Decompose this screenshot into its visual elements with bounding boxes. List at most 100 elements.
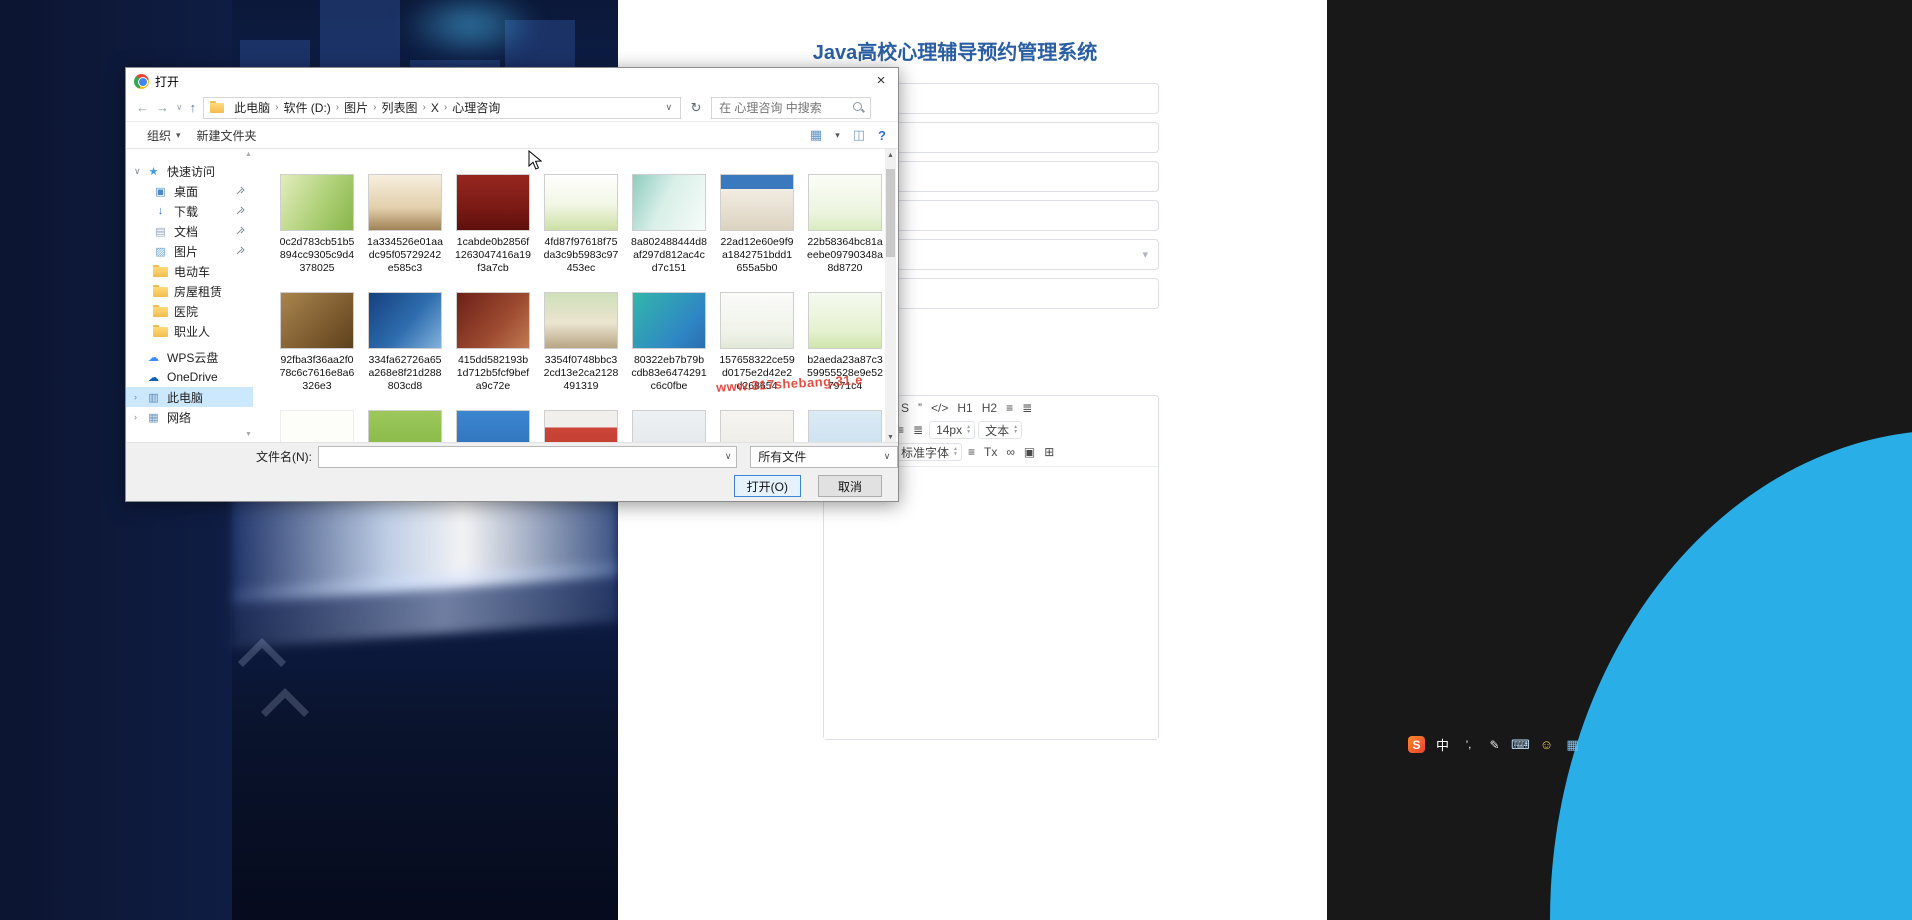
search-box[interactable]	[711, 96, 872, 119]
sidebar-item[interactable]: 职业人	[126, 321, 253, 341]
align-button[interactable]: ≡	[965, 443, 978, 461]
file-item[interactable]: 3354f0748bbc3 2cd13e2ca2128 491319	[537, 292, 625, 410]
cancel-button[interactable]: 取消	[818, 475, 882, 497]
sidebar-item[interactable]: ∨ 快速访问	[126, 161, 253, 181]
breadcrumb-item[interactable]: 此电脑	[229, 99, 275, 116]
strikethrough-button[interactable]: S	[898, 399, 912, 417]
sogou-logo-icon[interactable]: S	[1408, 736, 1425, 753]
sidebar-item[interactable]: › 网络	[126, 407, 253, 427]
file-item[interactable]: 1cabde0b2856f 1263047416a19 f3a7cb	[449, 174, 537, 292]
organize-button[interactable]: 组织 ▾	[141, 124, 187, 146]
chevron-down-icon[interactable]: ∨	[720, 451, 736, 462]
breadcrumb-item[interactable]: 图片	[339, 99, 373, 116]
road-arrow	[260, 687, 310, 737]
view-mode-dropdown-icon[interactable]: ▾	[835, 130, 840, 141]
editor-content-area[interactable]	[824, 466, 1158, 739]
text-type-select[interactable]: 文本 ▲ ▼	[978, 421, 1023, 439]
sidebar-item[interactable]: › 此电脑	[126, 387, 253, 407]
font-family-select[interactable]: 标准字体 ▲ ▼	[894, 443, 962, 461]
sidebar-item[interactable]: 电动车	[126, 261, 253, 281]
up-button[interactable]: ↑	[190, 100, 197, 115]
back-button[interactable]: ←	[136, 100, 149, 115]
file-item[interactable]	[713, 410, 801, 444]
sidebar-item[interactable]: 下载	[126, 201, 253, 221]
search-icon[interactable]	[852, 101, 865, 114]
file-item[interactable]	[537, 410, 625, 444]
sidebar-item-icon	[146, 165, 161, 178]
bullet-list-button[interactable]: ≡	[1003, 399, 1016, 417]
clear-format-button[interactable]: Tx	[981, 443, 1000, 461]
heading2-button[interactable]: H2	[979, 399, 1000, 417]
scroll-up-icon[interactable]: ▲	[885, 149, 896, 162]
filename-combo[interactable]: ∨	[318, 445, 738, 468]
file-item[interactable]: 415dd582193b 1d712b5fcf9bef a9c72e	[449, 292, 537, 410]
heading1-button[interactable]: H1	[954, 399, 975, 417]
refresh-icon[interactable]: ↻	[688, 100, 704, 116]
file-item[interactable]	[801, 410, 885, 444]
sidebar-item[interactable]: 房屋租赁	[126, 281, 253, 301]
file-item[interactable]: 22ad12e60e9f9 a1842751bdd1 655a5b0	[713, 174, 801, 292]
file-thumbnail	[544, 174, 618, 231]
filename-input[interactable]	[319, 449, 721, 464]
file-item[interactable]	[273, 410, 361, 444]
sidebar-item[interactable]: 文档	[126, 221, 253, 241]
chinese-mode-icon[interactable]: 中	[1434, 736, 1451, 753]
sidebar-item[interactable]: WPS云盘	[126, 347, 253, 367]
table-button[interactable]: ⊞	[1041, 443, 1057, 461]
file-item[interactable]: 4fd87f97618f75 da3c9b5983c97 453ec	[537, 174, 625, 292]
file-item[interactable]	[361, 410, 449, 444]
breadcrumb-item[interactable]: 软件 (D:)	[278, 99, 335, 116]
file-type-select[interactable]: 所有文件 ∨	[750, 445, 898, 468]
numbered-list-button[interactable]: ≣	[1019, 399, 1035, 417]
sidebar-item[interactable]: 图片	[126, 241, 253, 261]
sidebar-scroll-down-icon[interactable]: ▼	[244, 431, 253, 438]
link-button[interactable]: ∞	[1003, 443, 1018, 461]
search-input[interactable]	[719, 100, 853, 115]
file-item[interactable]	[625, 410, 713, 444]
new-folder-button[interactable]: 新建文件夹	[191, 124, 263, 146]
expand-arrow-icon[interactable]: ∨	[134, 166, 146, 177]
file-item[interactable]: 0c2d783cb51b5 894cc9305c9d4 378025	[273, 174, 361, 292]
history-dropdown-icon[interactable]: ∨	[176, 102, 183, 113]
code-view-button[interactable]: </>	[928, 399, 951, 417]
scrollbar-thumb[interactable]	[886, 169, 895, 257]
punctuation-icon[interactable]: ’,	[1460, 736, 1477, 753]
sidebar-scroll-up-icon[interactable]: ▲	[244, 151, 253, 158]
file-name: 3354f0748bbc3 2cd13e2ca2128 491319	[543, 354, 619, 392]
close-icon[interactable]: ×	[864, 68, 898, 94]
file-item[interactable]: 92fba3f36aa2f0 78c6c7616e8a6 326e3	[273, 292, 361, 410]
keyboard-icon[interactable]: ⌨	[1511, 736, 1530, 753]
pen-icon[interactable]: ✎	[1486, 736, 1503, 753]
file-thumbnail	[808, 174, 882, 231]
file-item[interactable]: 8a802488444d8 af297d812ac4c d7c151	[625, 174, 713, 292]
font-size-select[interactable]: 14px ▲ ▼	[929, 421, 976, 439]
view-mode-icon[interactable]: ▦	[810, 127, 822, 143]
open-button[interactable]: 打开(O)	[733, 475, 801, 497]
expand-arrow-icon[interactable]: ›	[134, 392, 146, 402]
file-thumbnail	[720, 174, 794, 231]
file-item[interactable]: b2aeda23a87c3 59955528e9e52 7971c4	[801, 292, 885, 410]
help-icon[interactable]: ?	[878, 128, 886, 143]
address-dropdown-icon[interactable]: ∨	[662, 102, 677, 113]
breadcrumb-item[interactable]: 心理咨询	[447, 99, 505, 116]
breadcrumb[interactable]: 此电脑 › 软件 (D:) › 图片 › 列表图 › X › 心理咨询 ∨	[203, 96, 682, 119]
sidebar-item[interactable]: OneDrive	[126, 367, 253, 387]
expand-arrow-icon[interactable]: ›	[134, 412, 146, 422]
forward-button[interactable]: →	[156, 100, 169, 115]
blockquote-button[interactable]: ”	[915, 399, 925, 417]
breadcrumb-item[interactable]: X	[426, 101, 444, 115]
file-item[interactable]: 22b58364bc81a eebe09790348a 8d8720	[801, 174, 885, 292]
sidebar-item[interactable]: 桌面	[126, 181, 253, 201]
image-button[interactable]: ▣	[1021, 443, 1038, 461]
indent-button[interactable]: ≣	[910, 421, 926, 439]
file-list-scrollbar[interactable]: ▲ ▼	[885, 149, 896, 444]
file-item[interactable]: 80322eb7b79b cdb83e6474291 c6c0fbe	[625, 292, 713, 410]
file-item[interactable]: 1a334526e01aa dc95f05729242 e585c3	[361, 174, 449, 292]
toolbox-icon[interactable]: ▦	[1564, 736, 1581, 753]
sidebar-item[interactable]: 医院	[126, 301, 253, 321]
file-item[interactable]: 334fa62726a65 a268e8f21d288 803cd8	[361, 292, 449, 410]
emoji-icon[interactable]: ☺	[1538, 736, 1555, 753]
preview-pane-icon[interactable]: ◫	[853, 127, 865, 143]
breadcrumb-item[interactable]: 列表图	[376, 99, 422, 116]
file-item[interactable]	[449, 410, 537, 444]
